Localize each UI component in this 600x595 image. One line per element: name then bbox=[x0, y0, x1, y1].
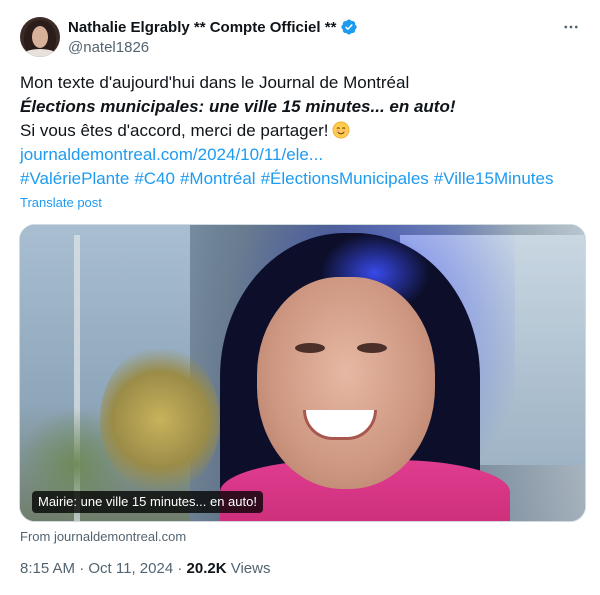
hashtag-montreal[interactable]: #Montréal bbox=[180, 169, 256, 188]
more-options-icon[interactable] bbox=[560, 18, 582, 36]
verified-badge-icon[interactable] bbox=[340, 18, 358, 36]
hashtag-valerieplante[interactable]: #ValériePlante bbox=[20, 169, 129, 188]
hashtag-electionsmunicipales[interactable]: #ÉlectionsMunicipales bbox=[261, 169, 429, 188]
avatar-shirt bbox=[22, 49, 58, 57]
avatar-face bbox=[32, 26, 48, 48]
smiling-face-icon bbox=[332, 121, 350, 139]
post-share-text: Si vous êtes d'accord, merci de partager… bbox=[20, 121, 329, 140]
card-image-face bbox=[257, 277, 435, 489]
article-link[interactable]: journaldemontreal.com/2024/10/11/ele... bbox=[20, 143, 590, 167]
author-handle[interactable]: @natel1826 bbox=[68, 39, 149, 56]
card-image-tree bbox=[100, 345, 220, 495]
views-label: Views bbox=[230, 560, 271, 577]
post-line-share: Si vous êtes d'accord, merci de partager… bbox=[20, 119, 590, 143]
meta-separator: · bbox=[79, 560, 85, 577]
views-count[interactable]: 20.2K bbox=[187, 560, 227, 577]
post-line-intro: Mon texte d'aujourd'hui dans le Journal … bbox=[20, 73, 410, 92]
card-image-left-eye bbox=[295, 343, 325, 353]
post-headline: Élections municipales: une ville 15 minu… bbox=[20, 97, 456, 116]
author-display-name[interactable]: Nathalie Elgrably ** Compte Officiel ** bbox=[68, 19, 336, 36]
hashtag-ville15minutes[interactable]: #Ville15Minutes bbox=[434, 169, 554, 188]
author-name-row[interactable]: Nathalie Elgrably ** Compte Officiel ** bbox=[68, 17, 358, 37]
post-date[interactable]: Oct 11, 2024 bbox=[88, 560, 173, 577]
meta-separator: · bbox=[177, 560, 183, 577]
hashtag-c40[interactable]: #C40 bbox=[134, 169, 175, 188]
post-meta: 8:15 AM · Oct 11, 2024 · 20.2K Views bbox=[20, 560, 270, 577]
post-time[interactable]: 8:15 AM bbox=[20, 560, 75, 577]
hashtag-list: #ValériePlante #C40 #Montréal #ÉlectionsMun… bbox=[20, 167, 590, 191]
card-caption: Mairie: une ville 15 minutes... en auto! bbox=[32, 491, 263, 513]
card-source[interactable]: From journaldemontreal.com bbox=[20, 529, 186, 544]
link-preview-card[interactable]: Mairie: une ville 15 minutes... en auto! bbox=[19, 224, 586, 522]
card-image-right-eye bbox=[357, 343, 387, 353]
avatar[interactable] bbox=[20, 17, 60, 57]
post-text: Mon texte d'aujourd'hui dans le Journal … bbox=[20, 71, 590, 191]
translate-post-link[interactable]: Translate post bbox=[20, 195, 102, 210]
